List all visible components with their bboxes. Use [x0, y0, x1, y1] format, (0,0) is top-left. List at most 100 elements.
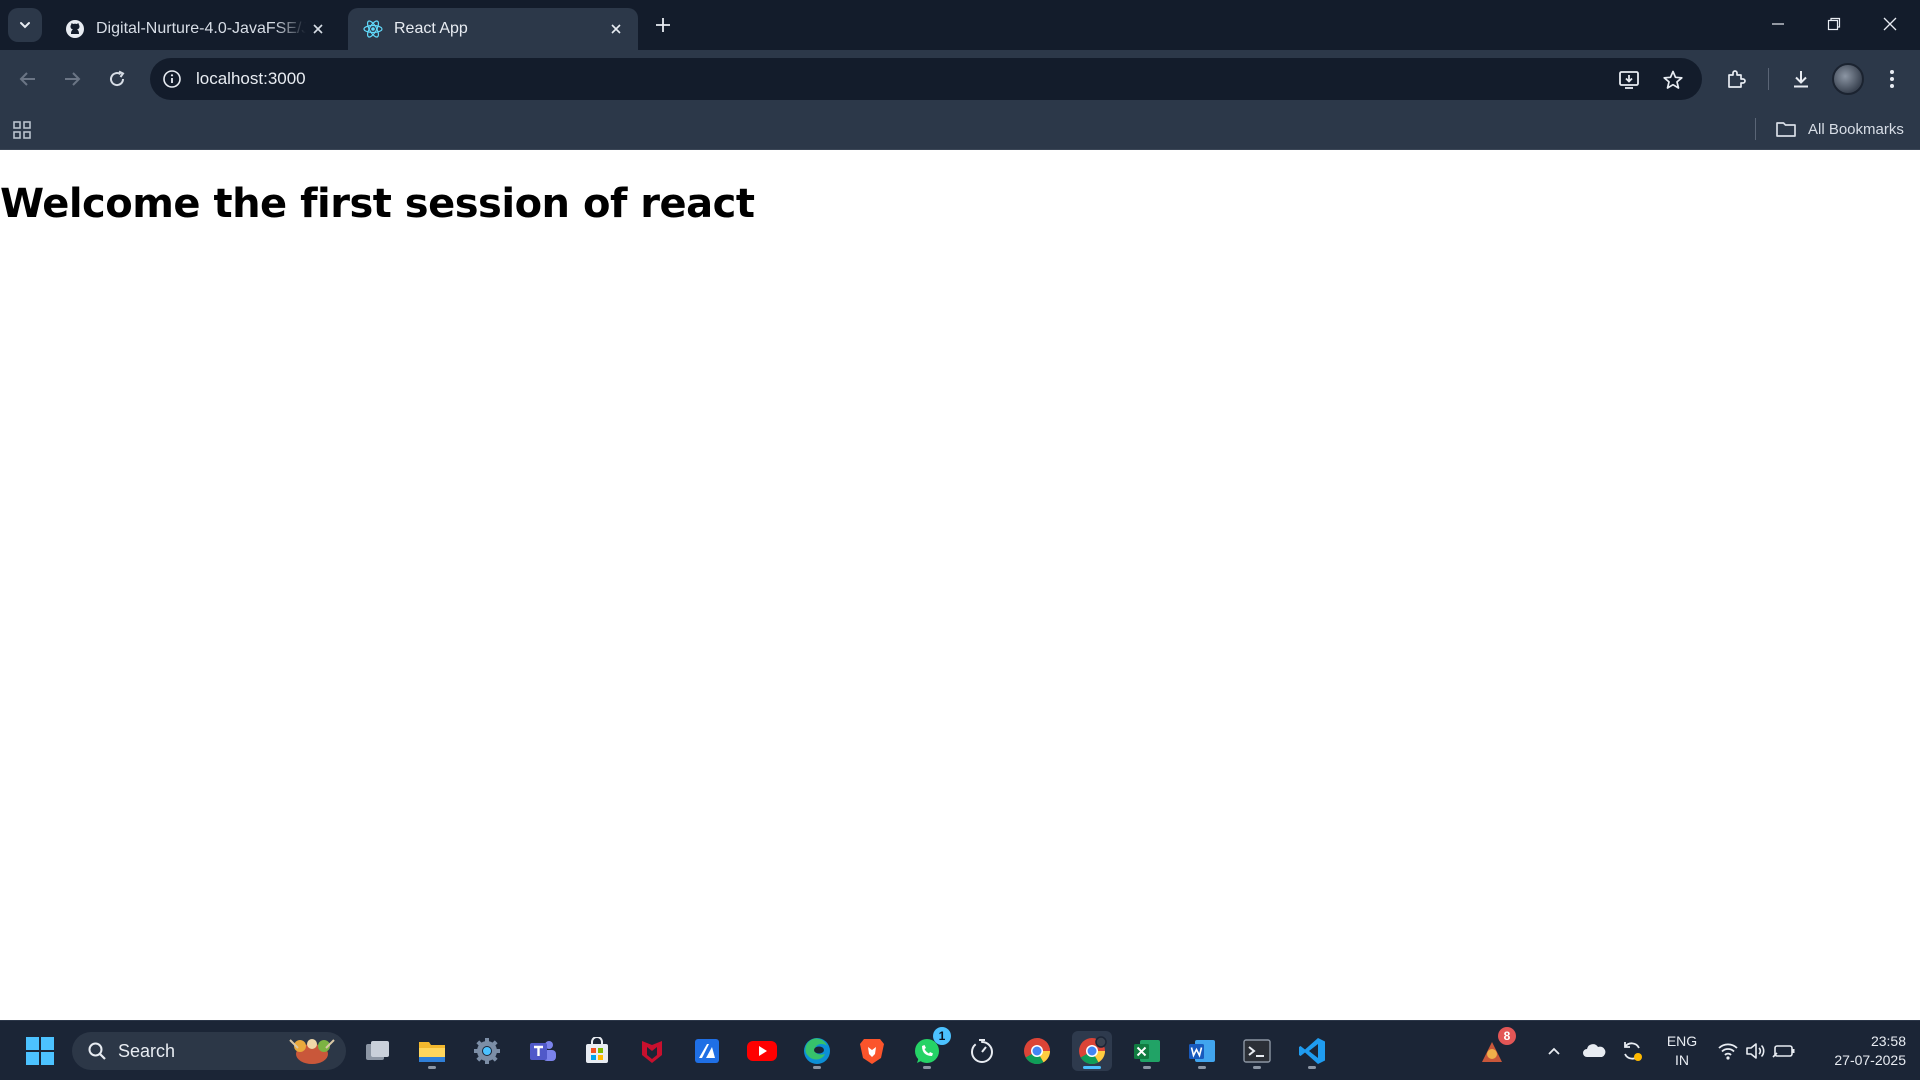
page-content: Welcome the first session of react	[0, 151, 1920, 1020]
address-bar[interactable]: localhost:3000	[150, 58, 1702, 100]
excel-button[interactable]	[1127, 1031, 1167, 1071]
file-explorer-icon	[419, 1042, 445, 1062]
url-text[interactable]: localhost:3000	[196, 69, 306, 89]
downloads-icon[interactable]	[1785, 63, 1817, 95]
plus-icon	[656, 18, 670, 32]
youtube-icon	[747, 1041, 777, 1061]
search-label: Search	[118, 1040, 176, 1061]
battery-icon[interactable]	[1772, 1039, 1796, 1063]
taskbar-search[interactable]: Search	[72, 1032, 346, 1070]
sync-icon[interactable]	[1620, 1039, 1644, 1063]
word-button[interactable]	[1182, 1031, 1222, 1071]
tab-strip: Digital-Nurture-4.0-JavaFSE/Java React A…	[0, 0, 1920, 50]
terminal-button[interactable]	[1237, 1031, 1277, 1071]
toolbar-divider	[1768, 68, 1769, 90]
chevron-up-icon[interactable]	[1542, 1039, 1566, 1063]
search-icon	[86, 1040, 108, 1062]
menu-icon[interactable]	[1876, 63, 1908, 95]
clock-time: 23:58	[1870, 1033, 1906, 1049]
folder-icon	[1774, 117, 1798, 141]
minimize-button[interactable]	[1750, 4, 1806, 44]
settings-icon	[474, 1038, 500, 1064]
task-view-icon	[366, 1041, 389, 1060]
vscode-button[interactable]	[1292, 1031, 1332, 1071]
file-explorer-button[interactable]	[412, 1031, 452, 1071]
restore-button[interactable]	[1806, 4, 1862, 44]
timer-icon	[971, 1039, 993, 1063]
teams-button[interactable]	[522, 1031, 562, 1071]
onedrive-icon[interactable]	[1582, 1039, 1606, 1063]
chrome-button[interactable]	[1017, 1031, 1057, 1071]
wifi-icon[interactable]	[1716, 1039, 1740, 1063]
reload-icon	[110, 70, 125, 87]
close-icon[interactable]	[306, 17, 330, 41]
profile-avatar[interactable]	[1832, 63, 1864, 95]
browser-toolbar: localhost:3000	[0, 50, 1920, 108]
close-icon	[1883, 17, 1897, 31]
mcafee-button[interactable]	[632, 1031, 672, 1071]
azure-button[interactable]	[687, 1031, 727, 1071]
arrow-right-icon	[65, 72, 81, 86]
extensions-icon[interactable]	[1720, 63, 1752, 95]
running-indicator	[428, 1066, 436, 1069]
new-tab-button[interactable]	[650, 12, 676, 38]
chrome-profile-icon	[1079, 1036, 1107, 1065]
bookmarks-divider	[1755, 118, 1756, 140]
whatsapp-badge: 1	[933, 1027, 951, 1045]
brave-icon	[860, 1039, 884, 1064]
excel-icon	[1134, 1040, 1160, 1062]
running-indicator	[813, 1066, 821, 1069]
tab-search-button[interactable]	[8, 8, 42, 42]
notification-app-button[interactable]: 8	[1472, 1027, 1516, 1071]
search-highlight-art-icon	[289, 1039, 335, 1064]
reload-button[interactable]	[101, 63, 133, 95]
teams-icon	[530, 1041, 556, 1061]
timer-button[interactable]	[962, 1031, 1002, 1071]
back-button[interactable]	[12, 63, 44, 95]
all-bookmarks-button[interactable]: All Bookmarks	[1774, 116, 1904, 142]
tab-react-app[interactable]: React App	[348, 8, 638, 50]
microsoft-store-button[interactable]	[577, 1031, 617, 1071]
star-icon[interactable]	[1660, 67, 1686, 93]
terminal-icon	[1243, 1039, 1271, 1063]
close-window-button[interactable]	[1862, 4, 1918, 44]
chevron-down-icon	[20, 22, 30, 29]
react-icon	[362, 18, 384, 40]
tab-title: Digital-Nurture-4.0-JavaFSE/Java	[96, 20, 306, 37]
active-indicator	[1083, 1066, 1101, 1069]
whatsapp-button[interactable]: 1	[907, 1027, 951, 1071]
task-view-button[interactable]	[357, 1031, 397, 1071]
region-code: IN	[1675, 1052, 1689, 1068]
mcafee-icon	[642, 1041, 662, 1063]
system-clock[interactable]: 23:58 27-07-2025	[1806, 1032, 1906, 1070]
apps-grid-icon[interactable]	[10, 118, 34, 142]
vscode-icon	[1299, 1038, 1325, 1064]
running-indicator	[1143, 1066, 1151, 1069]
running-indicator	[923, 1066, 931, 1069]
volume-icon[interactable]	[1744, 1039, 1768, 1063]
edge-button[interactable]	[797, 1031, 837, 1071]
running-indicator	[1253, 1066, 1261, 1069]
edge-icon	[804, 1038, 830, 1064]
tab-github[interactable]: Digital-Nurture-4.0-JavaFSE/Java	[50, 8, 340, 50]
brave-button[interactable]	[852, 1031, 892, 1071]
taskbar: Search 1 8 ENG IN 23:58 27-07-2025	[0, 1020, 1920, 1080]
notification-badge: 8	[1498, 1027, 1516, 1045]
youtube-button[interactable]	[742, 1031, 782, 1071]
language-code: ENG	[1666, 1033, 1698, 1049]
minimize-icon	[1772, 23, 1784, 25]
install-app-icon[interactable]	[1616, 67, 1642, 93]
close-icon[interactable]	[604, 17, 628, 41]
bookmarks-bar: All Bookmarks	[0, 108, 1920, 150]
restore-icon	[1827, 17, 1841, 31]
settings-button[interactable]	[467, 1031, 507, 1071]
chrome-profile-button[interactable]	[1072, 1031, 1112, 1071]
azure-icon	[695, 1039, 719, 1063]
forward-button[interactable]	[56, 63, 88, 95]
word-icon	[1189, 1040, 1215, 1062]
start-button[interactable]	[20, 1031, 60, 1071]
microsoft-store-icon	[586, 1037, 608, 1063]
site-info-icon[interactable]	[160, 67, 184, 91]
language-indicator[interactable]: ENG IN	[1660, 1032, 1704, 1070]
tab-title: React App	[394, 20, 468, 37]
